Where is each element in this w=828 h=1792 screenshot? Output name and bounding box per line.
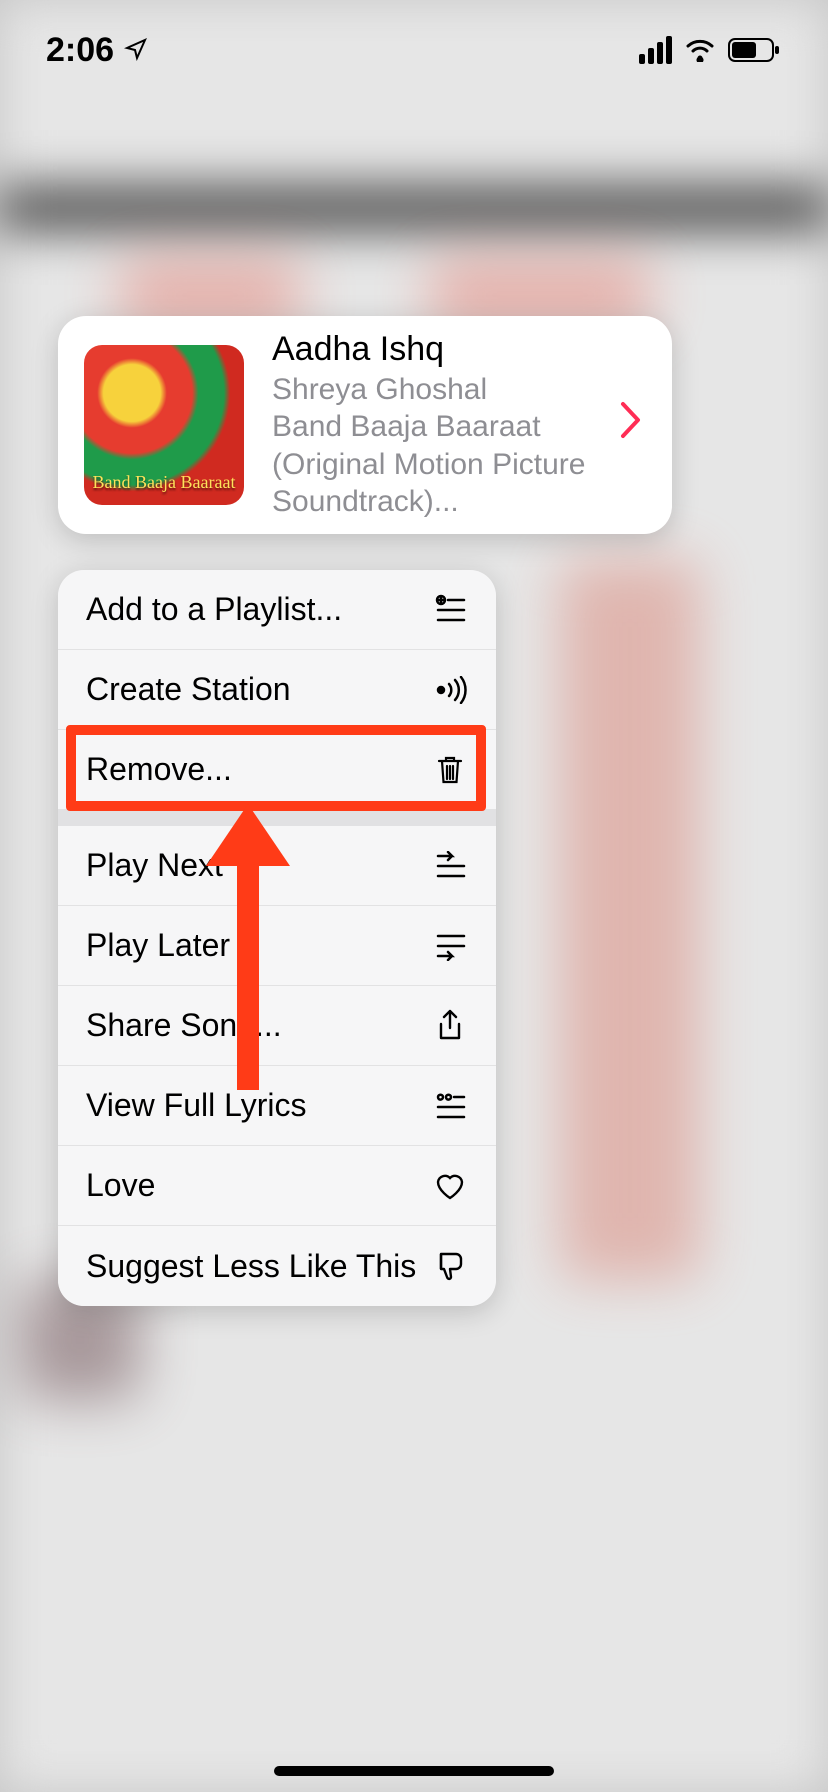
menu-item-label: Play Next <box>86 847 223 884</box>
status-right <box>639 36 782 64</box>
menu-item-label: Share Song... <box>86 1007 282 1044</box>
trash-icon <box>432 752 468 788</box>
album-art <box>84 345 244 505</box>
heart-icon <box>432 1168 468 1204</box>
menu-remove[interactable]: Remove... <box>58 730 496 810</box>
add-to-playlist-icon <box>432 592 468 628</box>
menu-create-station[interactable]: Create Station <box>58 650 496 730</box>
menu-play-later[interactable]: Play Later <box>58 906 496 986</box>
lyrics-icon <box>432 1088 468 1124</box>
song-text: Aadha Ishq Shreya Ghoshal Band Baaja Baa… <box>272 330 592 521</box>
menu-suggest-less[interactable]: Suggest Less Like This <box>58 1226 496 1306</box>
chevron-right-icon <box>620 400 646 451</box>
battery-icon <box>728 37 782 63</box>
menu-item-label: Create Station <box>86 671 291 708</box>
song-album: Band Baaja Baaraat (Original Motion Pict… <box>272 408 592 521</box>
menu-view-lyrics[interactable]: View Full Lyrics <box>58 1066 496 1146</box>
menu-play-next[interactable]: Play Next <box>58 826 496 906</box>
wifi-icon <box>684 38 716 62</box>
play-later-icon <box>432 928 468 964</box>
menu-item-label: Remove... <box>86 751 232 788</box>
status-bar: 2:06 <box>0 0 828 100</box>
status-left: 2:06 <box>46 31 148 70</box>
blur-shape <box>560 560 700 1280</box>
song-title: Aadha Ishq <box>272 330 592 369</box>
menu-item-label: Suggest Less Like This <box>86 1248 416 1285</box>
menu-share-song[interactable]: Share Song... <box>58 986 496 1066</box>
broadcast-icon <box>432 672 468 708</box>
location-icon <box>124 31 148 70</box>
context-menu: Add to a Playlist... Create Station Remo… <box>58 570 496 1306</box>
menu-add-to-playlist[interactable]: Add to a Playlist... <box>58 570 496 650</box>
menu-item-label: Add to a Playlist... <box>86 591 342 628</box>
cellular-signal-icon <box>639 36 672 64</box>
share-icon <box>432 1008 468 1044</box>
menu-item-label: Play Later <box>86 927 230 964</box>
play-next-icon <box>432 848 468 884</box>
menu-item-label: Love <box>86 1167 155 1204</box>
menu-item-label: View Full Lyrics <box>86 1087 307 1124</box>
menu-separator <box>58 810 496 826</box>
menu-love[interactable]: Love <box>58 1146 496 1226</box>
song-card[interactable]: Aadha Ishq Shreya Ghoshal Band Baaja Baa… <box>58 316 672 534</box>
thumbs-down-icon <box>432 1248 468 1284</box>
home-indicator[interactable] <box>274 1766 554 1776</box>
status-time: 2:06 <box>46 31 114 70</box>
song-artist: Shreya Ghoshal <box>272 371 592 409</box>
